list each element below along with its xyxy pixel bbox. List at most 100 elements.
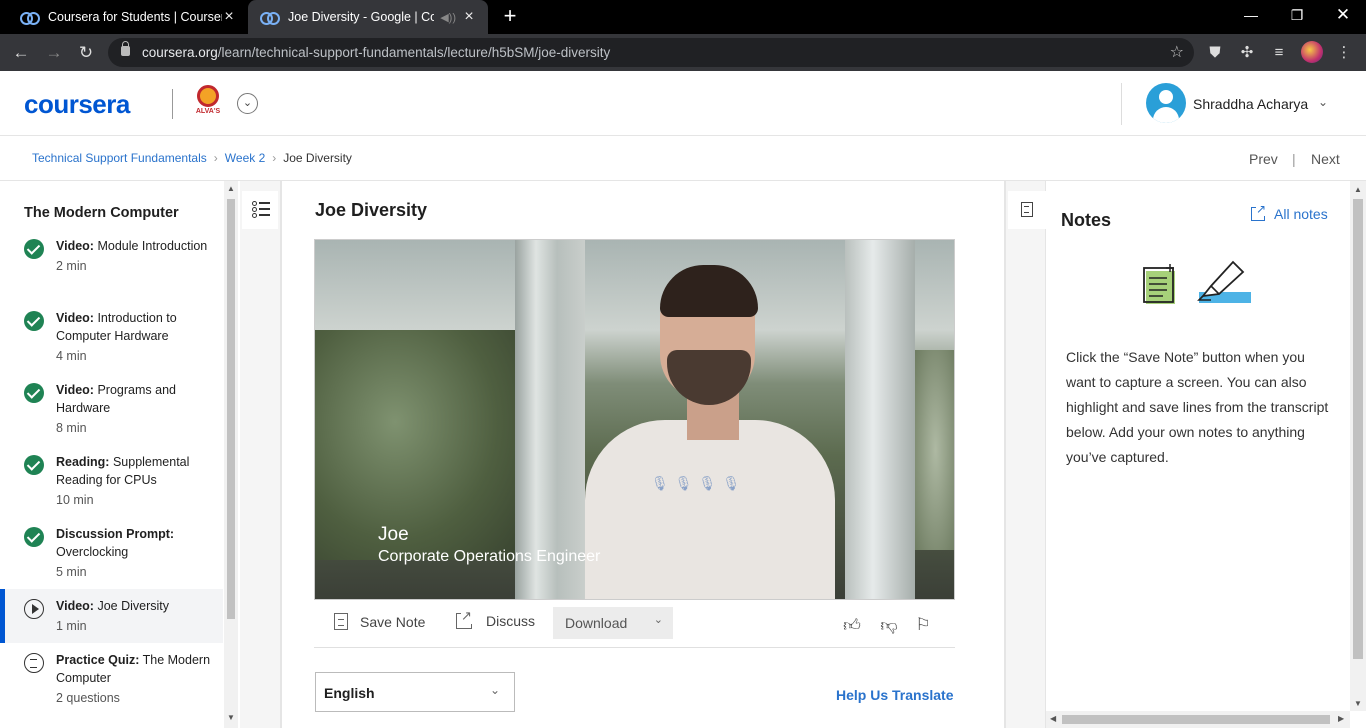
scroll-down-icon[interactable]: ▼ — [227, 713, 235, 722]
partner-logo[interactable]: ALVA'S — [192, 85, 224, 121]
browser-tab-bar: Coursera for Students | Coursera × Joe D… — [0, 0, 1366, 34]
header-divider — [1121, 83, 1122, 125]
completed-check-icon — [24, 239, 44, 259]
sidebar-scrollbar[interactable]: ▲ ▼ — [224, 181, 238, 728]
scroll-right-icon[interactable]: ▶ — [1338, 714, 1344, 723]
toggle-notes-button[interactable] — [1008, 191, 1046, 229]
new-tab-button[interactable]: + — [498, 4, 522, 28]
tab-title: Coursera for Students | Coursera — [48, 10, 222, 24]
tab-title: Joe Diversity - Google | Coursera — [288, 10, 435, 24]
browser-profile-avatar[interactable] — [1301, 41, 1323, 63]
notes-strip — [1004, 181, 1046, 728]
next-link[interactable]: Next — [1311, 151, 1340, 167]
coursera-favicon-icon — [20, 11, 40, 25]
pager-divider: | — [1292, 151, 1296, 167]
bookmark-star-icon[interactable]: ☆ — [1170, 42, 1184, 62]
toggle-outline-button[interactable] — [242, 191, 278, 229]
completed-check-icon — [24, 455, 44, 475]
partner-crest-icon — [197, 85, 219, 107]
forward-icon[interactable]: → — [41, 40, 67, 66]
scroll-down-icon[interactable]: ▼ — [1354, 699, 1362, 708]
list-item[interactable]: Video: Module Introduction 2 min — [0, 237, 223, 299]
back-icon[interactable]: ← — [8, 40, 34, 66]
lock-icon — [121, 41, 130, 56]
close-tab-icon[interactable]: × — [222, 8, 236, 26]
extensions-puzzle-icon[interactable]: ✣ — [1236, 42, 1258, 64]
content-left-strip — [240, 181, 282, 728]
scrollbar-thumb[interactable] — [1062, 715, 1330, 724]
list-item[interactable]: Reading: Supplemental Reading for CPUs 1… — [0, 453, 223, 515]
user-avatar[interactable] — [1146, 83, 1186, 123]
note-icon — [334, 613, 348, 630]
minimize-window-icon[interactable]: — — [1228, 0, 1274, 30]
scroll-up-icon[interactable]: ▲ — [1354, 185, 1362, 194]
save-note-button[interactable]: Save Note — [334, 613, 425, 630]
browser-tab-active[interactable]: Joe Diversity - Google | Coursera ◀)) × — [248, 0, 488, 34]
download-dropdown[interactable]: Download ⌄ — [553, 607, 673, 639]
list-item[interactable]: Practice Quiz: The Modern Computer 2 que… — [0, 651, 223, 713]
reload-icon[interactable]: ↻ — [73, 40, 99, 66]
highlighter-illustration-icon — [1197, 260, 1251, 303]
video-player[interactable]: 🎙🎙🎙🎙 Joe Corporate Operations Engineer — [314, 239, 955, 600]
scroll-up-icon[interactable]: ▲ — [227, 184, 235, 193]
shield-extension-icon[interactable]: ⛊ — [1204, 42, 1226, 64]
chevron-down-icon: ⌄ — [489, 683, 500, 697]
quiz-icon — [24, 653, 44, 673]
language-select[interactable]: English ⌄ — [315, 672, 515, 712]
list-icon — [252, 201, 270, 218]
thumbs-down-icon[interactable]: 👎︎ — [878, 615, 900, 637]
user-name[interactable]: Shraddha Acharya — [1193, 96, 1308, 112]
external-link-icon — [1251, 202, 1267, 221]
flag-icon[interactable]: ⚐ — [912, 615, 934, 637]
audio-playing-icon[interactable]: ◀)) — [440, 11, 456, 24]
media-control-icon[interactable]: ≡ — [1268, 42, 1290, 64]
all-notes-link[interactable]: All notes — [1251, 202, 1328, 222]
video-caption-name: Joe — [378, 524, 409, 545]
help-translate-link[interactable]: Help Us Translate — [836, 687, 954, 703]
list-item-current[interactable]: Video: Joe Diversity 1 min — [0, 589, 223, 643]
shirt-print-icon: 🎙🎙🎙🎙 — [651, 475, 747, 491]
notes-description: Click the “Save Note” button when you wa… — [1066, 349, 1329, 465]
video-actions-bar: Save Note Discuss Download ⌄ 👍︎ 👎︎ ⚐ — [314, 601, 955, 648]
url-text[interactable]: coursera.org/learn/technical-support-fun… — [142, 45, 610, 60]
scroll-left-icon[interactable]: ◀ — [1050, 714, 1056, 723]
breadcrumb-course-link[interactable]: Technical Support Fundamentals — [32, 151, 207, 165]
address-bar[interactable]: coursera.org/learn/technical-support-fun… — [108, 38, 1194, 67]
header-divider — [172, 89, 173, 119]
breadcrumb-separator-icon: › — [272, 151, 277, 165]
browser-toolbar: ← → ↻ coursera.org/learn/technical-suppo… — [0, 34, 1366, 71]
site-header: coursera ALVA'S ⌄ Shraddha Acharya ⌄ — [0, 71, 1366, 136]
sidebar-lesson-title: The Modern Computer — [24, 205, 179, 221]
list-item[interactable]: Video: Programs and Hardware 8 min — [0, 381, 223, 443]
breadcrumb-separator-icon: › — [213, 151, 218, 165]
completed-check-icon — [24, 527, 44, 547]
close-window-icon[interactable]: ✕ — [1320, 0, 1366, 30]
browser-tab[interactable]: Coursera for Students | Coursera × — [8, 0, 248, 34]
scrollbar-thumb[interactable] — [1353, 199, 1363, 659]
course-outline-sidebar: The Modern Computer Video: Module Introd… — [0, 181, 238, 728]
video-caption-role: Corporate Operations Engineer — [378, 548, 601, 565]
close-tab-icon[interactable]: × — [462, 8, 476, 26]
discuss-button[interactable]: Discuss — [456, 608, 535, 629]
page-title: Joe Diversity — [315, 200, 428, 220]
notes-vertical-scrollbar[interactable]: ▲ ▼ — [1350, 181, 1366, 711]
notes-horizontal-scrollbar[interactable]: ◀ ▶ — [1046, 711, 1350, 728]
external-link-icon — [456, 608, 472, 629]
thumbs-up-icon[interactable]: 👍︎ — [841, 615, 863, 637]
user-menu-chevron-icon[interactable]: ⌄ — [1318, 95, 1328, 109]
chevron-down-icon[interactable]: ⌄ — [237, 93, 258, 114]
play-circle-icon — [24, 599, 44, 619]
completed-check-icon — [24, 383, 44, 403]
list-item[interactable]: Video: Introduction to Computer Hardware… — [0, 309, 223, 371]
coursera-favicon-icon — [260, 11, 280, 25]
list-item[interactable]: Discussion Prompt: Overclocking 5 min — [0, 525, 223, 587]
note-add-illustration-icon — [1143, 264, 1175, 304]
prev-link[interactable]: Prev — [1249, 151, 1278, 167]
breadcrumb-current: Joe Diversity — [283, 151, 352, 165]
document-icon — [1021, 202, 1033, 217]
restore-window-icon[interactable]: ❐ — [1274, 0, 1320, 30]
coursera-logo[interactable]: coursera — [24, 89, 130, 120]
scrollbar-thumb[interactable] — [227, 199, 235, 619]
breadcrumb-week-link[interactable]: Week 2 — [225, 151, 265, 165]
menu-kebab-icon[interactable]: ⋮ — [1333, 42, 1355, 64]
